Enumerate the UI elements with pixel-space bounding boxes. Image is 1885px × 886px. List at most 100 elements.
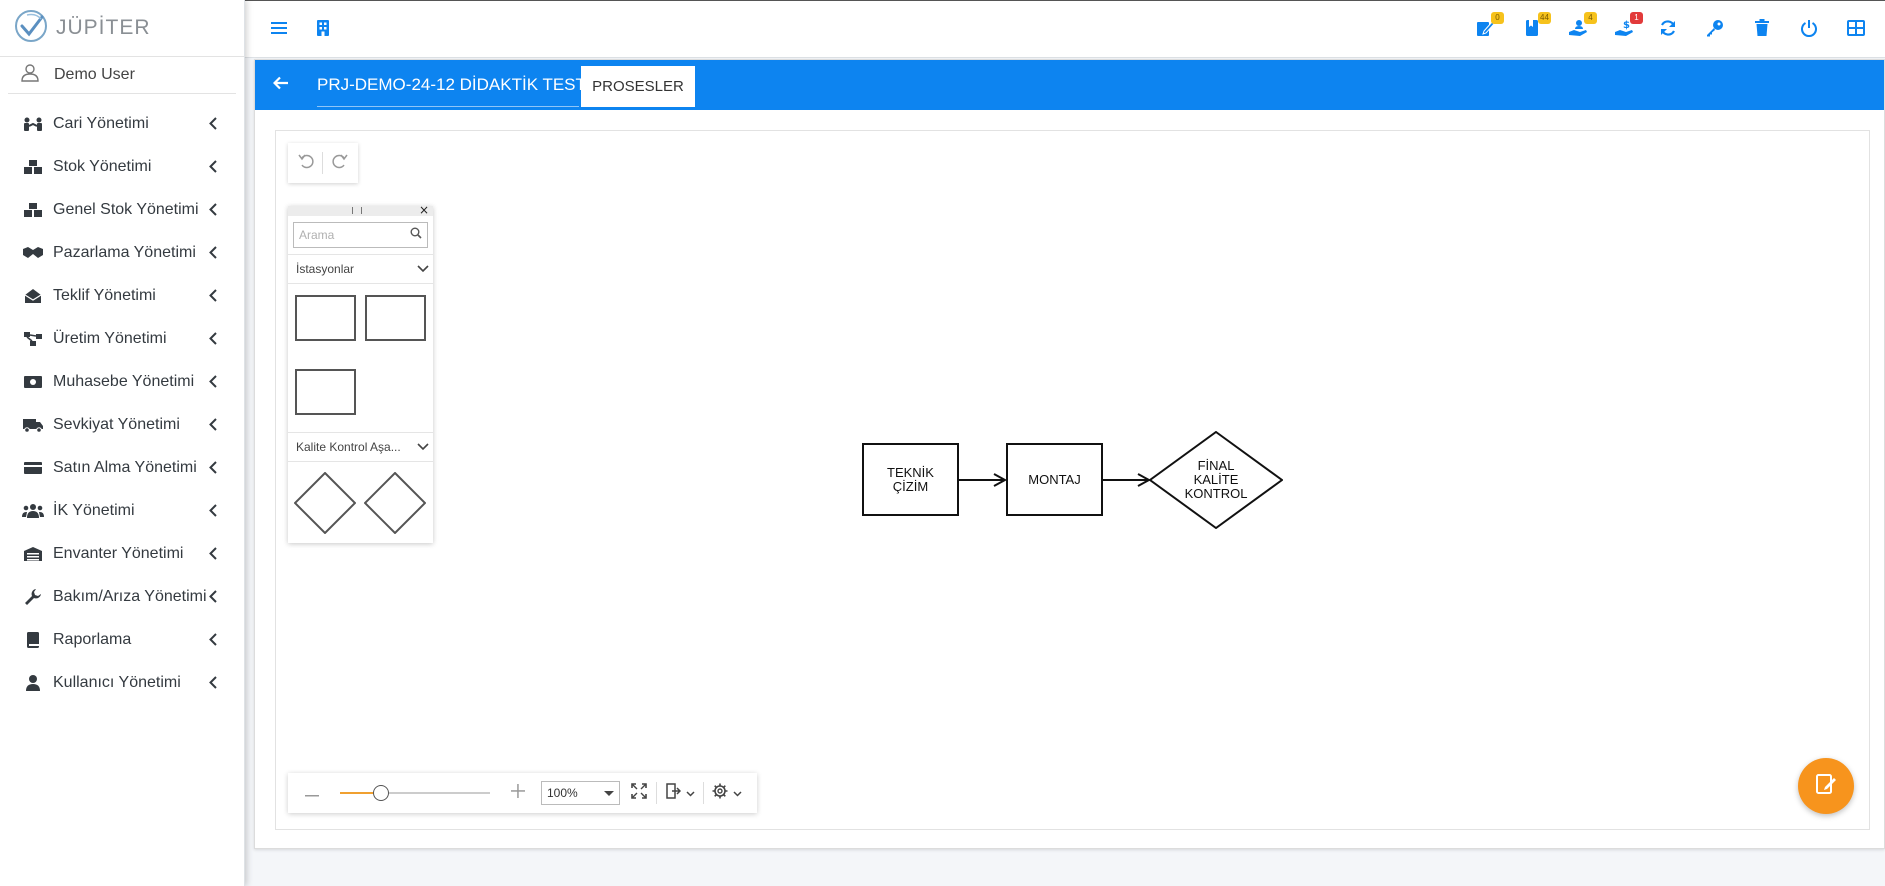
- chevron-left-icon: [208, 461, 218, 475]
- zoom-slider[interactable]: [340, 785, 490, 801]
- sidebar-item-satin-alma[interactable]: Satın Alma Yönetimi: [0, 446, 244, 489]
- arrow-left-icon: [272, 76, 289, 95]
- zoom-slider-thumb[interactable]: [373, 785, 389, 801]
- brand[interactable]: JÜPİTER: [0, 0, 244, 57]
- export-dropdown[interactable]: [662, 781, 698, 805]
- sidebar-item-label: İK Yönetimi: [53, 501, 135, 519]
- zoom-in-button[interactable]: [508, 781, 528, 805]
- company-button[interactable]: [311, 18, 335, 42]
- hamburger-menu-button[interactable]: [267, 18, 291, 42]
- separator: [703, 782, 704, 804]
- process-card: PRJ-DEMO-24-12 DİDAKTİK TEST - PROSESLER…: [254, 59, 1885, 849]
- warehouse-icon: [22, 544, 44, 564]
- sidebar-item-stok[interactable]: Stok Yönetimi: [0, 145, 244, 188]
- notification-badge: 44: [1538, 12, 1551, 24]
- chevron-down-icon: [733, 784, 742, 802]
- key-icon: [1706, 19, 1724, 42]
- logout-button[interactable]: [1797, 18, 1821, 42]
- trash-icon: [1755, 19, 1769, 41]
- chevron-left-icon: [208, 375, 218, 389]
- change-password-button[interactable]: [1703, 18, 1727, 42]
- table-grid-icon: [1847, 19, 1865, 41]
- sidebar-item-teklif[interactable]: Teklif Yönetimi: [0, 274, 244, 317]
- sidebar-item-cari[interactable]: Cari Yönetimi: [0, 102, 244, 145]
- chevron-left-icon: [208, 203, 218, 217]
- credit-card-icon: [22, 458, 44, 478]
- tab-prosesler[interactable]: PROSESLER: [581, 66, 695, 107]
- sidebar-item-label: Teklif Yönetimi: [53, 286, 156, 304]
- clear-cache-button[interactable]: [1750, 18, 1774, 42]
- envelope-open-icon: [22, 286, 44, 306]
- diagram-canvas[interactable]: × İstasyonlar Kalite Kontrol Aşa...: [275, 130, 1870, 830]
- building-icon: [316, 19, 330, 41]
- node-label-line: ÇİZİM: [892, 478, 929, 494]
- document-tasks-button[interactable]: 0: [1473, 12, 1504, 42]
- zoom-toolbar: 100%: [288, 773, 757, 813]
- fit-to-page-button[interactable]: [628, 781, 650, 805]
- users-icon: [22, 501, 44, 521]
- payments-button[interactable]: $ 1: [1612, 12, 1643, 42]
- user-icon: [22, 673, 44, 693]
- jupiter-logo-icon: [14, 9, 48, 48]
- node-label-line: TEKNİK: [887, 464, 934, 480]
- sidebar-item-genel-stok[interactable]: Genel Stok Yönetimi: [0, 188, 244, 231]
- settings-dropdown[interactable]: [709, 781, 745, 805]
- project-diagram-icon: [22, 329, 44, 349]
- user-icon: [20, 63, 40, 88]
- caret-down-icon: [604, 791, 614, 796]
- chevron-left-icon: [208, 289, 218, 303]
- project-title: PRJ-DEMO-24-12 DİDAKTİK TEST -: [317, 75, 596, 94]
- chevron-left-icon: [208, 633, 218, 647]
- card-header: PRJ-DEMO-24-12 DİDAKTİK TEST - PROSESLER: [255, 60, 1884, 110]
- top-navbar: 0 44 4 $ 1: [245, 0, 1885, 58]
- brand-name: JÜPİTER: [56, 16, 151, 39]
- notification-badge: 1: [1630, 12, 1643, 24]
- chevron-left-icon: [208, 504, 218, 518]
- sidebar-item-pazarlama[interactable]: Pazarlama Yönetimi: [0, 231, 244, 274]
- sidebar-item-label: Stok Yönetimi: [53, 157, 152, 175]
- flow-node-montaj[interactable]: MONTAJ: [1006, 443, 1103, 516]
- user-panel[interactable]: Demo User: [8, 57, 236, 94]
- notification-badge: 4: [1584, 12, 1597, 24]
- wrench-icon: [22, 587, 44, 607]
- sidebar-item-bakim[interactable]: Bakım/Arıza Yönetimi: [0, 575, 244, 618]
- sidebar-item-uretim[interactable]: Üretim Yönetimi: [0, 317, 244, 360]
- expand-icon: [631, 782, 647, 804]
- export-file-icon: [665, 782, 682, 804]
- sync-icon: [1659, 19, 1677, 42]
- zoom-out-button[interactable]: [302, 781, 322, 805]
- handshake-users-icon: [22, 114, 44, 134]
- sidebar-item-sevkiyat[interactable]: Sevkiyat Yönetimi: [0, 403, 244, 446]
- sidebar-nav: Cari Yönetimi Stok Yönetimi Genel Stok Y…: [0, 94, 244, 704]
- hamburger-menu-icon: [271, 21, 287, 40]
- node-label-line: MONTAJ: [1028, 471, 1081, 487]
- gear-icon: [712, 783, 728, 804]
- sidebar-item-raporlama[interactable]: Raporlama: [0, 618, 244, 661]
- chevron-left-icon: [208, 418, 218, 432]
- sidebar-item-label: Raporlama: [53, 630, 132, 648]
- flow-node-final-kalite-kontrol[interactable]: FİNAL KALİTE KONTROL: [1148, 430, 1284, 530]
- connector-n2-n3[interactable]: [1103, 473, 1152, 487]
- floating-action-button[interactable]: [1798, 758, 1854, 814]
- refresh-button[interactable]: [1656, 18, 1680, 42]
- layout-button[interactable]: [1844, 18, 1868, 42]
- notification-badge: 0: [1491, 12, 1504, 24]
- sidebar-item-envanter[interactable]: Envanter Yönetimi: [0, 532, 244, 575]
- zoom-level-select[interactable]: 100%: [541, 781, 620, 805]
- svg-text:$: $: [1623, 20, 1630, 31]
- flow-node-teknik-cizim[interactable]: TEKNİK ÇİZİM: [862, 443, 959, 516]
- back-button[interactable]: [269, 73, 293, 97]
- user-name: Demo User: [54, 66, 135, 83]
- bookings-button[interactable]: 44: [1520, 12, 1551, 42]
- sidebar-item-kullanici[interactable]: Kullanıcı Yönetimi: [0, 661, 244, 704]
- connector-n1-n2[interactable]: [959, 473, 1008, 487]
- chevron-left-icon: [208, 246, 218, 260]
- separator: [656, 782, 657, 804]
- hr-requests-button[interactable]: 4: [1566, 12, 1597, 42]
- sidebar-item-ik[interactable]: İK Yönetimi: [0, 489, 244, 532]
- sidebar-item-muhasebe[interactable]: Muhasebe Yönetimi: [0, 360, 244, 403]
- sidebar-item-label: Muhasebe Yönetimi: [53, 372, 195, 390]
- chevron-left-icon: [208, 332, 218, 346]
- handshake-icon: [22, 243, 44, 263]
- boxes-icon: [22, 200, 44, 220]
